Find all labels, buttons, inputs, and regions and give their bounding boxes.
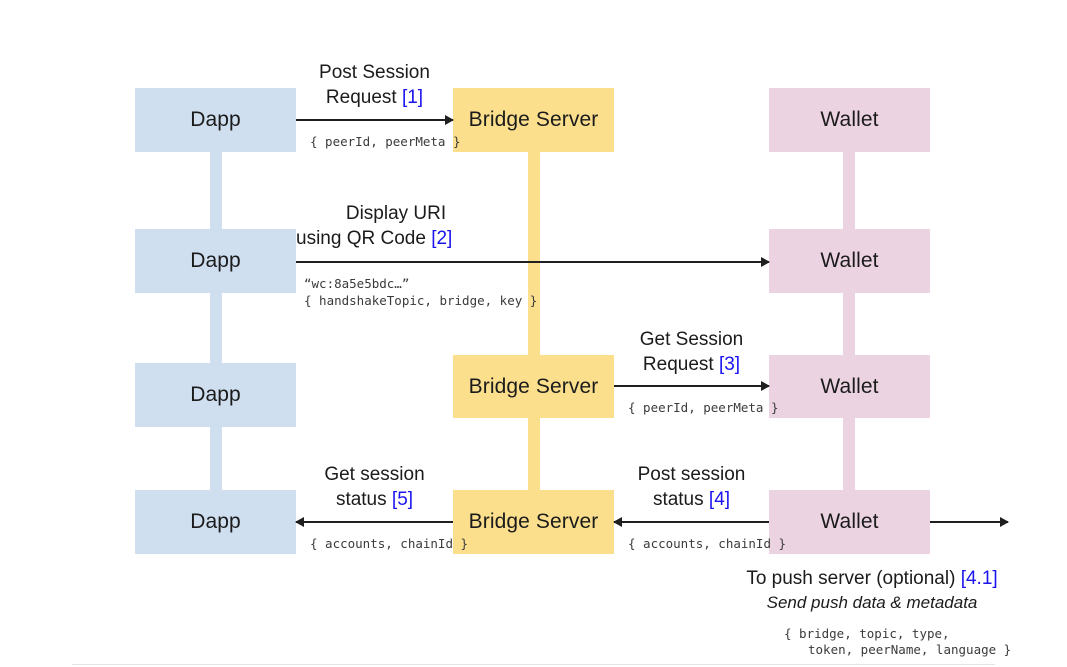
push-server-note-ref: [4.1]	[960, 568, 998, 589]
push-server-payload-line2: token, peerName, language }	[808, 642, 1012, 657]
arrow-to-push-server	[930, 517, 1009, 527]
payload-4: { accounts, chainId }	[628, 536, 787, 551]
message-5-line1: Get session	[324, 464, 425, 485]
footer-divider	[72, 664, 995, 665]
node-bridge-row4[interactable]: Bridge Server	[453, 490, 614, 554]
message-label-2: Display URI using QR Code [2]	[296, 201, 496, 251]
message-2-line2: using QR Code	[296, 228, 432, 249]
lifeline-dapp-2	[210, 292, 222, 363]
message-5-line2: status	[335, 489, 392, 510]
arrow-get-session-status	[295, 517, 453, 527]
node-bridge-row3[interactable]: Bridge Server	[453, 355, 614, 418]
message-label-4: Post session status [4]	[614, 462, 769, 512]
message-3-ref: [3]	[718, 354, 741, 375]
payload-3: { peerId, peerMeta }	[628, 400, 779, 415]
lifeline-bridge-1	[528, 152, 540, 355]
message-1-line1: Post Session	[319, 62, 430, 83]
arrowhead-left-icon	[613, 517, 622, 527]
arrowhead-right-icon	[445, 115, 454, 125]
arrowhead-left-icon	[295, 517, 304, 527]
node-dapp-row1[interactable]: Dapp	[135, 88, 296, 152]
message-4-line1: Post session	[637, 464, 746, 485]
node-dapp-row2[interactable]: Dapp	[135, 229, 296, 293]
node-wallet-row3[interactable]: Wallet	[769, 355, 930, 418]
arrowhead-right-icon	[1000, 517, 1009, 527]
node-dapp-row3[interactable]: Dapp	[135, 363, 296, 427]
message-3-line1: Get Session	[639, 329, 744, 350]
arrow-display-uri	[296, 257, 770, 267]
arrow-get-session-request	[614, 381, 770, 391]
lifeline-bridge-2	[528, 417, 540, 490]
message-2-line1: Display URI	[345, 203, 447, 224]
message-1-line2: Request	[325, 87, 402, 108]
message-2-ref: [2]	[431, 228, 453, 249]
push-server-note: To push server (optional) [4.1] Send pus…	[742, 566, 1002, 615]
push-server-note-title: To push server (optional) [4.1]	[742, 566, 1002, 591]
arrowhead-right-icon	[761, 381, 770, 391]
lifeline-wallet-1	[843, 152, 855, 229]
node-wallet-row4[interactable]: Wallet	[769, 490, 930, 554]
node-wallet-row1[interactable]: Wallet	[769, 88, 930, 152]
sequence-diagram-canvas: Dapp Bridge Server Wallet Post Session R…	[0, 0, 1067, 667]
node-dapp-row4[interactable]: Dapp	[135, 490, 296, 554]
lifeline-wallet-2	[843, 292, 855, 355]
message-4-ref: [4]	[708, 489, 731, 510]
node-bridge-row1[interactable]: Bridge Server	[453, 88, 614, 152]
arrowhead-right-icon	[761, 257, 770, 267]
payload-5: { accounts, chainId }	[310, 536, 469, 551]
message-4-line2: status	[652, 489, 709, 510]
arrow-post-session-request	[296, 115, 454, 125]
push-server-note-title-text: To push server (optional)	[746, 568, 961, 589]
node-wallet-row2[interactable]: Wallet	[769, 229, 930, 293]
message-5-ref: [5]	[391, 489, 414, 510]
message-label-5: Get session status [5]	[296, 462, 453, 512]
message-label-1: Post Session Request [1]	[296, 60, 453, 110]
push-server-note-subtitle: Send push data & metadata	[766, 593, 978, 612]
payload-2-line1: “wc:8a5e5bdc…”	[304, 276, 410, 291]
message-3-line2: Request	[642, 354, 719, 375]
push-server-payload-line1: { bridge, topic, type,	[784, 626, 950, 641]
message-1-ref: [1]	[401, 87, 424, 108]
lifeline-wallet-3	[843, 417, 855, 490]
lifeline-dapp-1	[210, 152, 222, 229]
message-label-3: Get Session Request [3]	[614, 327, 769, 377]
payload-2-line2: { handshakeTopic, bridge, key }	[304, 293, 538, 308]
lifeline-dapp-3	[210, 426, 222, 490]
payload-1: { peerId, peerMeta }	[310, 134, 461, 149]
arrow-post-session-status	[613, 517, 769, 527]
